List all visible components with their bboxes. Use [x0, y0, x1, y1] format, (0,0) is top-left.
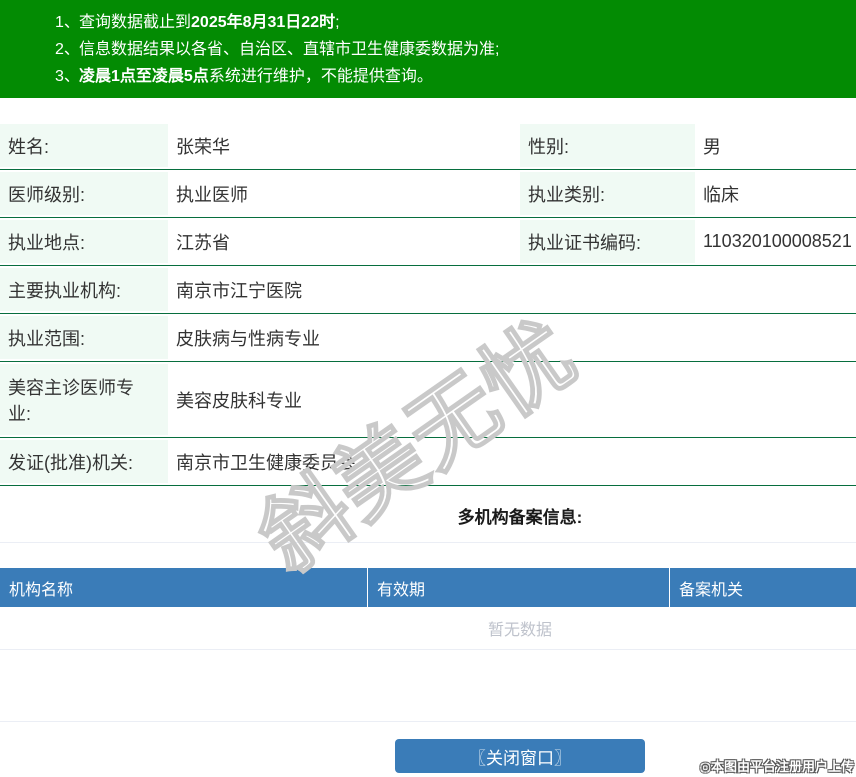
field-label-issuing-authority: 发证(批准)机关: [0, 438, 168, 485]
notice-number: 2、 [55, 41, 80, 58]
field-label-cosmetic-specialty: 美容主诊医师专业: [0, 362, 168, 437]
notice-line-1: 1、 查询数据截止到2025年8月31日22时; [55, 9, 856, 36]
field-label-practice-category: 执业类别: [520, 170, 695, 217]
field-value-certificate-number: 110320100008521 [703, 231, 852, 251]
field-label-main-institution: 主要执业机构: [0, 266, 168, 313]
records-table: 机构名称 有效期 备案机关 暂无数据 [0, 568, 856, 722]
doctor-info-table: 姓名: 张荣华 性别: 男 医师级别: 执业医师 执业类别: 临床 执业地点: … [0, 122, 856, 486]
field-label-practice-scope: 执业范围: [0, 314, 168, 361]
notice-number: 1、 [55, 14, 80, 31]
table-row: 姓名: 张荣华 性别: 男 [0, 122, 856, 170]
field-value-gender: 男 [703, 136, 721, 157]
page-content: 1、 查询数据截止到2025年8月31日22时; 2、 信息数据结果以各省、自治… [0, 0, 856, 773]
notice-banner: 1、 查询数据截止到2025年8月31日22时; 2、 信息数据结果以各省、自治… [0, 0, 856, 98]
field-label-gender: 性别: [520, 122, 695, 169]
field-value-issuing-authority: 南京市卫生健康委员会 [176, 452, 356, 473]
field-label-doctor-level: 医师级别: [0, 170, 168, 217]
column-header-institution-name: 机构名称 [0, 568, 368, 607]
notice-line-3: 3、 凌晨1点至凌晨5点系统进行维护，不能提供查询。 [55, 63, 856, 90]
table-row: 发证(批准)机关: 南京市卫生健康委员会 [0, 438, 856, 486]
button-row: 〖关闭窗口〗 [0, 739, 856, 773]
records-empty-area [0, 650, 856, 722]
empty-data-placeholder: 暂无数据 [0, 607, 856, 650]
field-value-cosmetic-specialty: 美容皮肤科专业 [176, 390, 302, 411]
field-value-main-institution: 南京市江宁医院 [176, 280, 302, 301]
field-label-practice-location: 执业地点: [0, 218, 168, 265]
column-header-record-authority: 备案机关 [679, 581, 744, 599]
multi-institution-section-title: 多机构备案信息: [0, 503, 856, 543]
records-table-header: 机构名称 有效期 备案机关 [0, 568, 856, 607]
field-label-certificate-number: 执业证书编码: [520, 218, 695, 265]
field-value-practice-category: 临床 [703, 184, 739, 205]
field-value-doctor-level: 执业医师 [176, 184, 248, 205]
notice-text: 查询数据截止到2025年8月31日22时; [79, 14, 340, 31]
table-row: 执业范围: 皮肤病与性病专业 [0, 314, 856, 362]
table-row: 主要执业机构: 南京市江宁医院 [0, 266, 856, 314]
field-value-practice-location: 江苏省 [176, 232, 230, 253]
table-row: 执业地点: 江苏省 执业证书编码: 110320100008521 [0, 218, 856, 266]
notice-text: 信息数据结果以各省、自治区、直辖市卫生健康委数据为准; [79, 41, 500, 58]
close-window-button[interactable]: 〖关闭窗口〗 [395, 739, 645, 773]
table-row: 医师级别: 执业医师 执业类别: 临床 [0, 170, 856, 218]
table-row: 美容主诊医师专业: 美容皮肤科专业 [0, 362, 856, 438]
notice-line-2: 2、 信息数据结果以各省、自治区、直辖市卫生健康委数据为准; [55, 36, 856, 63]
field-value-practice-scope: 皮肤病与性病专业 [176, 328, 320, 349]
field-value-name: 张荣华 [176, 136, 230, 157]
notice-text: 凌晨1点至凌晨5点系统进行维护，不能提供查询。 [79, 68, 433, 85]
column-header-validity-period: 有效期 [368, 568, 670, 607]
notice-number: 3、 [55, 68, 80, 85]
field-label-name: 姓名: [0, 122, 168, 169]
query-result-window: 1、 查询数据截止到2025年8月31日22时; 2、 信息数据结果以各省、自治… [0, 0, 856, 777]
